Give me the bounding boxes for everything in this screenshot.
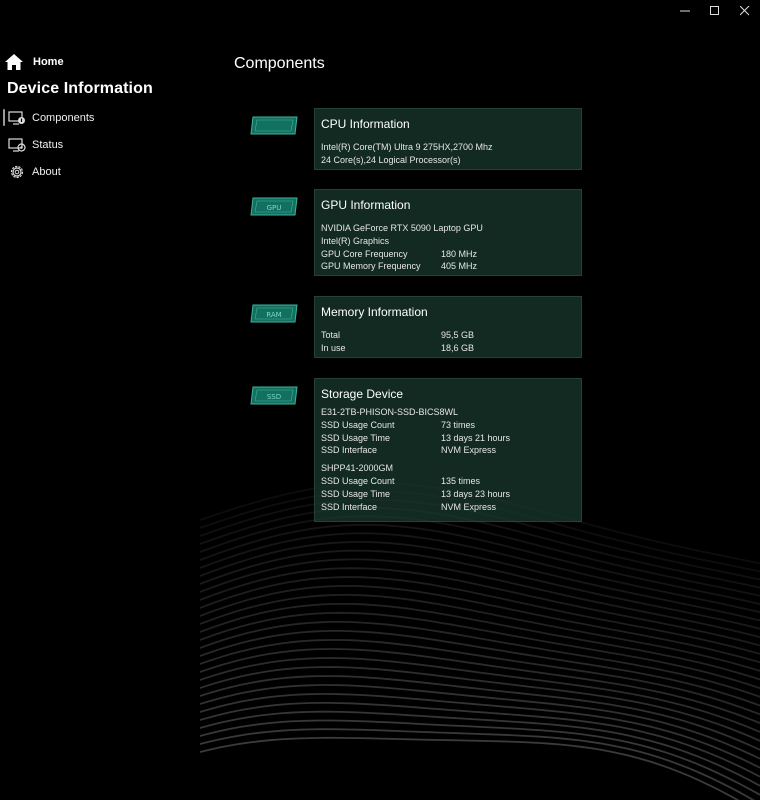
gpu-chip-icon: GPU (250, 197, 298, 216)
info-row: SSD Usage Count 135 times (321, 475, 581, 488)
row-label: GPU Core Frequency (321, 248, 408, 259)
home-button[interactable]: Home (0, 50, 200, 74)
page-title: Components (234, 55, 325, 72)
info-row: SSD Interface NVM Express (321, 501, 581, 514)
row-value: 13 days 23 hours (441, 488, 511, 499)
main-header: Components (234, 55, 325, 73)
info-row: SSD Interface NVM Express (321, 444, 581, 457)
card-title: GPU Information (321, 198, 411, 212)
maximize-icon[interactable] (700, 0, 730, 22)
ssd-chip-label: SSD (267, 393, 281, 401)
row-value: 95,5 GB (441, 330, 475, 340)
row-value: 73 times (441, 419, 476, 430)
card-title: Storage Device (321, 387, 404, 401)
row-label: SSD Interface (321, 445, 378, 456)
sidebar-item-label: Components (32, 111, 95, 124)
info-row: GPU Memory Frequency 405 MHz (321, 260, 581, 273)
memory-card: Memory Information Total 95,5 GB In use … (314, 296, 582, 358)
info-row: GPU Core Frequency 180 MHz (321, 248, 581, 261)
ram-chip-label: RAM (266, 311, 281, 319)
cpu-section: CPU Information Intel(R) Core(TM) Ultra … (249, 108, 582, 170)
row-value: NVM Express (441, 445, 497, 456)
row-label: SSD Usage Count (321, 419, 395, 430)
memory-section: RAM Memory Information Total 95,5 GB In … (249, 296, 582, 358)
row-label: SSD Interface (321, 501, 378, 512)
wave-line (199, 710, 760, 787)
row-label: In use (321, 342, 346, 353)
info-row: SSD Usage Count 73 times (321, 419, 581, 432)
sidebar-item-status[interactable]: Status (0, 131, 200, 158)
wave-line (199, 736, 740, 800)
row-value: 135 times (441, 475, 481, 486)
row-label: SSD Usage Count (321, 475, 395, 486)
info-row: In use 18,6 GB (321, 342, 581, 355)
ssd-chip-icon: SSD (250, 386, 298, 405)
gpu-name: NVIDIA GeForce RTX 5090 Laptop GPU (321, 223, 483, 233)
sidebar: Home Device Information Components Statu… (0, 50, 200, 185)
card-title: Memory Information (321, 305, 428, 319)
gear-icon (10, 165, 24, 178)
home-label: Home (33, 56, 64, 68)
ram-chip-icon: RAM (250, 304, 298, 323)
close-icon[interactable] (730, 0, 760, 22)
sidebar-item-label: Status (32, 138, 64, 151)
gpu-section: GPU GPU Information NVIDIA GeForce RTX 5… (249, 189, 582, 276)
row-label: GPU Memory Frequency (321, 261, 421, 272)
wave-line (199, 594, 760, 672)
storage-section: SSD Storage Device E31-2TB-PHISON-SSD-BI… (249, 378, 582, 522)
gpu-card: GPU Information NVIDIA GeForce RTX 5090 … (314, 189, 582, 276)
ssd-name: E31-2TB-PHISON-SSD-BICS8WL (321, 407, 459, 417)
home-icon (5, 54, 23, 70)
cpu-model: Intel(R) Core(TM) Ultra 9 275HX,2700 Mhz (321, 142, 493, 152)
card-title: CPU Information (321, 117, 410, 131)
row-label: SSD Usage Time (321, 432, 391, 443)
cpu-chip-icon (250, 116, 298, 135)
minimize-icon[interactable] (670, 0, 700, 22)
row-value: 18,6 GB (441, 342, 475, 353)
row-value: 180 MHz (441, 248, 478, 259)
info-row: Total 95,5 GB (321, 329, 581, 342)
sidebar-item-label: About (32, 165, 61, 178)
info-row: SSD Usage Time 13 days 21 hours (321, 432, 581, 445)
sidebar-item-components[interactable]: Components (0, 104, 200, 131)
info-row: SSD Usage Time 13 days 23 hours (321, 488, 581, 501)
ssd-name: SHPP41-2000GM (321, 463, 394, 474)
row-label: SSD Usage Time (321, 488, 391, 499)
section-title: Device Information (7, 80, 153, 97)
gpu-name: Intel(R) Graphics (321, 235, 390, 246)
cpu-card: CPU Information Intel(R) Core(TM) Ultra … (314, 108, 582, 170)
row-value: 13 days 21 hours (441, 432, 511, 443)
storage-card: Storage Device E31-2TB-PHISON-SSD-BICS8W… (314, 378, 582, 522)
row-value: NVM Express (441, 501, 497, 512)
status-icon (8, 137, 26, 152)
components-icon (8, 110, 25, 125)
cpu-cores: 24 Core(s),24 Logical Processor(s) (321, 154, 461, 165)
row-value: 405 MHz (441, 261, 478, 272)
window-controls (670, 0, 760, 22)
row-label: Total (321, 330, 341, 340)
gpu-chip-label: GPU (267, 204, 282, 212)
wave-line (199, 719, 760, 796)
sidebar-item-about[interactable]: About (0, 158, 200, 185)
